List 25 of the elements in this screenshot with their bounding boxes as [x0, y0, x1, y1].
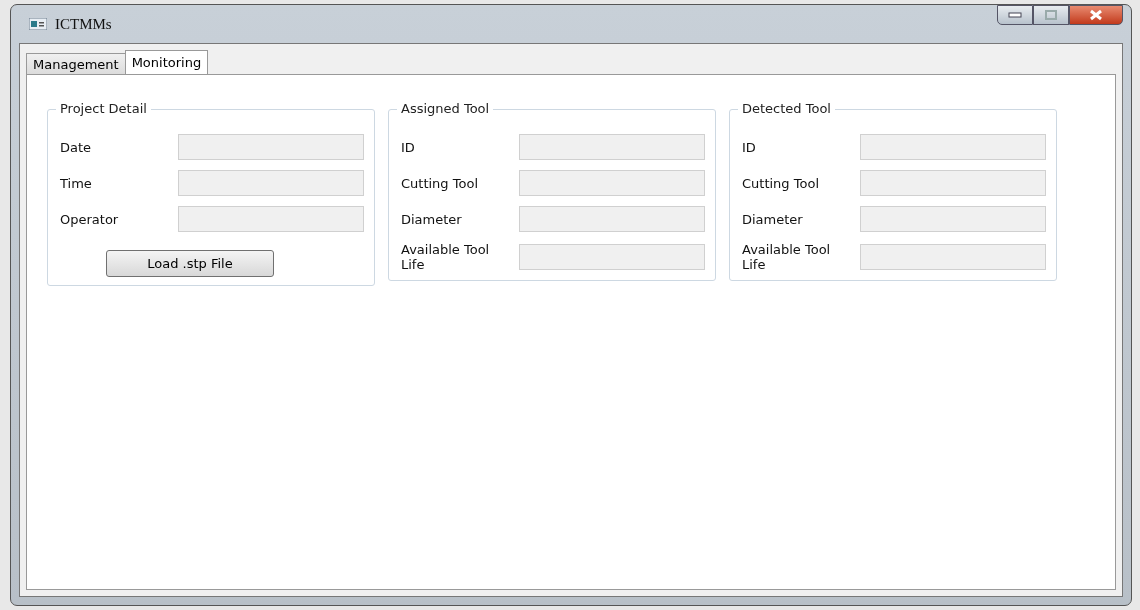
tab[interactable]: Monitoring [124, 50, 209, 74]
field-label: Diameter [742, 211, 804, 227]
field-label: Time [60, 175, 93, 191]
group-title: Project Detail [56, 101, 151, 116]
field-label: ID [742, 139, 757, 155]
group-title: Assigned Tool [397, 101, 494, 116]
field-label: Cutting Tool [742, 175, 820, 191]
window-icon [29, 18, 47, 30]
load-file-button[interactable]: Load .stp File [106, 250, 274, 277]
maximize-icon [1045, 10, 1057, 20]
window-title: ICTMMs [55, 15, 112, 33]
field-label: Available Tool Life [401, 242, 491, 272]
close-icon [1089, 9, 1103, 21]
close-button[interactable] [1069, 5, 1123, 25]
field-label: Diameter [401, 211, 463, 227]
field-label: Available Tool Life [742, 242, 832, 272]
field-label: Cutting Tool [401, 175, 479, 191]
field-label: ID [401, 139, 416, 155]
minimize-icon [1008, 12, 1022, 18]
minimize-button[interactable] [997, 5, 1033, 25]
tab[interactable]: Management [26, 53, 126, 74]
field-label: Date [60, 139, 93, 155]
field-label: Operator [60, 211, 120, 227]
maximize-button[interactable] [1033, 5, 1069, 25]
group-title: Detected Tool [738, 101, 835, 116]
